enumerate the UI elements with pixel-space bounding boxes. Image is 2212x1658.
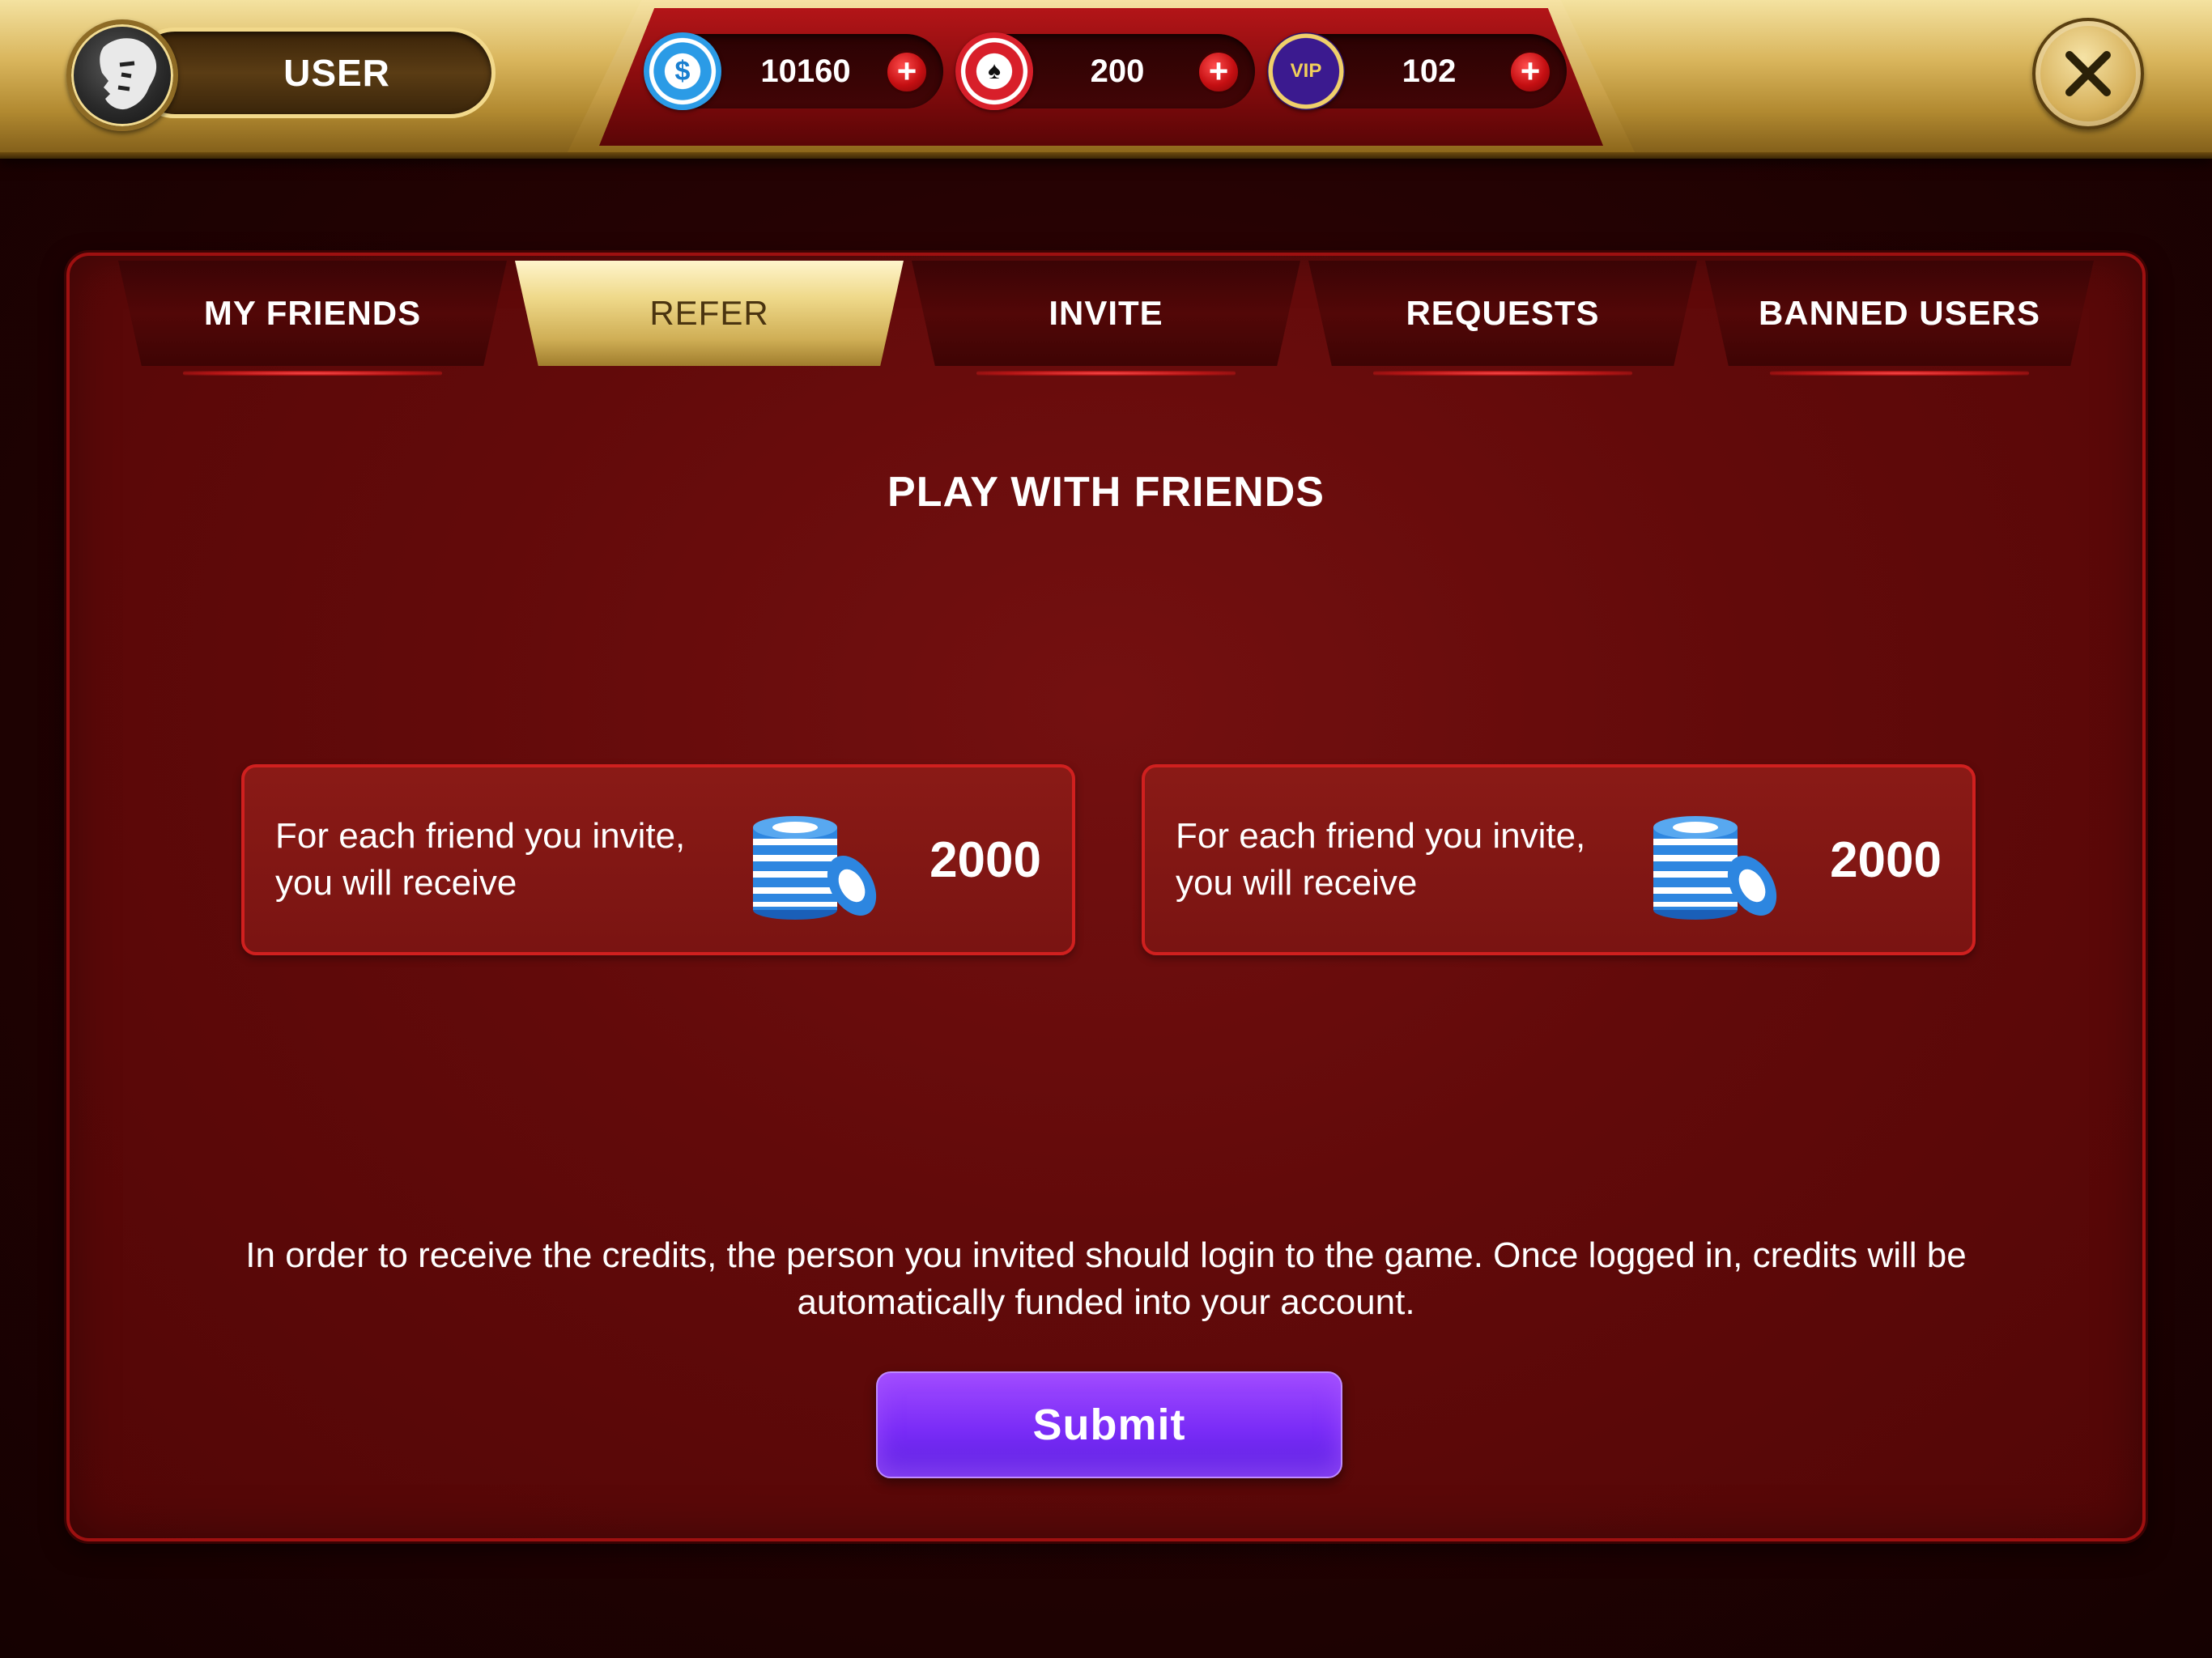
tab-requests[interactable]: REQUESTS: [1308, 261, 1697, 366]
add-chips-button[interactable]: +: [1197, 50, 1240, 94]
vip-crown-icon: VIP: [1267, 32, 1345, 110]
tab-refer[interactable]: REFER: [515, 261, 904, 366]
currency-cash: $ 10160 +: [644, 32, 943, 110]
reward-description: For each friend you invite, you will rec…: [1176, 816, 1586, 903]
top-bar: USER $ 10160 + ♠ 200 + VIP 102 +: [0, 0, 2212, 159]
add-vip-button[interactable]: +: [1508, 50, 1552, 94]
dollar-chip-icon: $: [644, 32, 721, 110]
currency-chips: ♠ 200 +: [955, 32, 1255, 110]
reward-description: For each friend you invite, you will rec…: [275, 816, 686, 903]
reward-value: 2000: [1830, 831, 1942, 888]
section-title: PLAY WITH FRIENDS: [887, 469, 1325, 516]
tab-underline: [1770, 371, 2029, 376]
tab-my-friends[interactable]: MY FRIENDS: [118, 261, 507, 366]
chips-amount: 200: [1090, 53, 1145, 89]
close-button[interactable]: [2032, 18, 2144, 130]
friends-panel: MY FRIENDS REFER INVITE REQUESTS BANNED …: [66, 253, 2146, 1541]
tab-underline: [183, 371, 442, 376]
chip-stack-icon: [753, 816, 877, 920]
tab-underline: [1373, 371, 1632, 376]
currency-vip: VIP 102 +: [1267, 32, 1567, 110]
tab-underline: [976, 371, 1236, 376]
username: USER: [283, 52, 390, 94]
vip-amount: 102: [1402, 53, 1457, 89]
add-cash-button[interactable]: +: [885, 50, 929, 94]
close-icon: [2065, 51, 2111, 96]
user-name-pill[interactable]: USER: [130, 28, 496, 118]
tab-invite[interactable]: INVITE: [912, 261, 1300, 366]
info-text: In order to receive the credits, the per…: [245, 1235, 1967, 1322]
reward-card: For each friend you invite, you will rec…: [241, 764, 1075, 955]
face-silhouette-icon: [100, 38, 157, 110]
spade-chip-icon: ♠: [955, 32, 1033, 110]
tab-banned-users[interactable]: BANNED USERS: [1705, 261, 2094, 366]
reward-value: 2000: [929, 831, 1041, 888]
submit-label: Submit: [1032, 1401, 1186, 1449]
reward-card: For each friend you invite, you will rec…: [1142, 764, 1976, 955]
avatar[interactable]: [66, 19, 178, 131]
tab-bar: MY FRIENDS REFER INVITE REQUESTS BANNED …: [118, 261, 2100, 378]
submit-button[interactable]: Submit: [876, 1371, 1342, 1478]
chip-stack-icon: [1653, 816, 1777, 920]
cash-amount: 10160: [760, 53, 851, 89]
